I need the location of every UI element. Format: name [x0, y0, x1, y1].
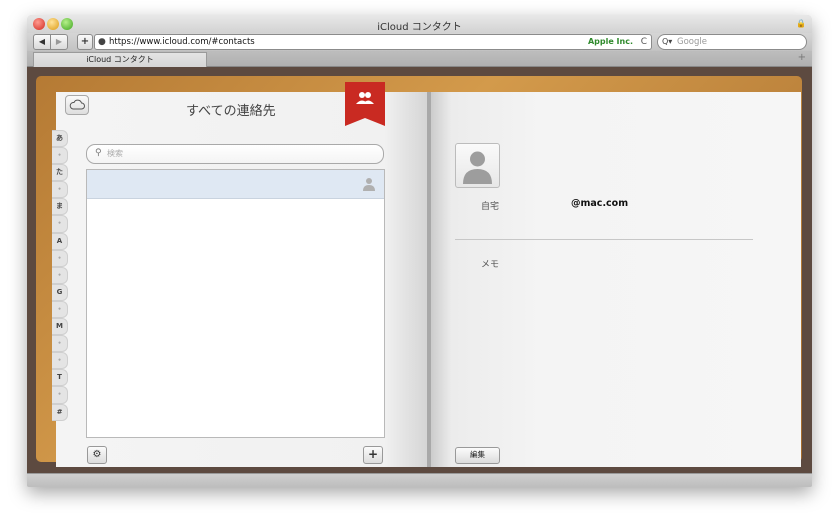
search-icon: Q▾	[662, 37, 673, 46]
contact-row-selected[interactable]	[87, 170, 384, 199]
new-tab-icon[interactable]: +	[798, 52, 806, 63]
contacts-title: すべての連絡先	[186, 104, 276, 119]
lock-icon: 🔒	[796, 19, 806, 28]
divider	[455, 239, 753, 240]
contact-list	[86, 169, 385, 438]
book-spine	[427, 92, 431, 467]
apple-icon: ●	[98, 37, 106, 47]
index-tab[interactable]: •	[52, 335, 68, 353]
settings-button[interactable]: ⚙	[87, 446, 107, 464]
alphabet-index: あ • た • ま • A • • G • M • • T • #	[52, 130, 68, 421]
index-tab[interactable]: •	[52, 266, 68, 284]
tab-icloud-contacts[interactable]: iCloud コンタクト	[33, 52, 207, 67]
index-tab[interactable]: •	[52, 352, 68, 370]
contact-search-input[interactable]: ⚲ 検索	[86, 144, 384, 164]
index-tab[interactable]: G	[52, 283, 68, 301]
groups-bookmark[interactable]	[345, 82, 385, 126]
group-icon	[356, 92, 374, 104]
index-tab[interactable]: #	[52, 403, 68, 421]
address-text: https://www.icloud.com/#contacts	[109, 37, 255, 47]
cloud-icon	[69, 99, 85, 110]
index-tab[interactable]: •	[52, 147, 68, 165]
index-tab[interactable]: •	[52, 300, 68, 319]
plus-icon: +	[367, 447, 379, 461]
reload-icon[interactable]: C	[641, 35, 647, 49]
icloud-home-button[interactable]	[65, 95, 89, 115]
edit-button[interactable]: 編集	[455, 447, 500, 464]
address-bar[interactable]: ● https://www.icloud.com/#contacts Apple…	[94, 34, 652, 50]
person-icon	[463, 151, 492, 184]
index-tab[interactable]: あ	[52, 130, 68, 148]
web-search-placeholder: Google	[677, 37, 707, 47]
window-title: iCloud コンタクト	[377, 22, 462, 33]
gear-icon: ⚙	[92, 449, 102, 460]
index-tab[interactable]: ま	[52, 198, 68, 216]
certificate-label[interactable]: Apple Inc.	[588, 35, 633, 49]
contact-search-placeholder: 検索	[107, 149, 123, 158]
index-tab[interactable]: T	[52, 369, 68, 387]
index-tab[interactable]: •	[52, 181, 68, 199]
web-content: すべての連絡先 あ • た • ま • A • • G • M • • T • …	[27, 67, 812, 473]
status-bar	[27, 473, 812, 487]
memo-label: メモ	[481, 260, 500, 270]
index-tab[interactable]: •	[52, 386, 68, 404]
search-icon: ⚲	[95, 148, 102, 158]
forward-button[interactable]: ▶	[50, 34, 68, 50]
add-contact-button[interactable]: +	[363, 446, 383, 464]
index-tab[interactable]: •	[52, 215, 68, 233]
title-bar: iCloud コンタクト 🔒	[27, 15, 812, 33]
browser-toolbar: ◀ ▶ + ● https://www.icloud.com/#contacts…	[27, 33, 812, 51]
tab-bar: iCloud コンタクト +	[27, 51, 812, 67]
web-search-input[interactable]: Q▾ Google	[657, 34, 807, 50]
email-value[interactable]: @mac.com	[571, 198, 628, 209]
index-tab[interactable]: た	[52, 164, 68, 182]
contact-photo[interactable]	[455, 143, 500, 188]
back-button[interactable]: ◀	[33, 34, 51, 50]
index-tab[interactable]: A	[52, 232, 68, 250]
person-icon	[363, 178, 375, 191]
add-bookmark-button[interactable]: +	[77, 34, 93, 50]
home-label: 自宅	[481, 202, 500, 212]
index-tab[interactable]: M	[52, 318, 68, 336]
index-tab[interactable]: •	[52, 249, 68, 267]
browser-window: iCloud コンタクト 🔒 ◀ ▶ + ● https://www.iclou…	[27, 15, 812, 487]
